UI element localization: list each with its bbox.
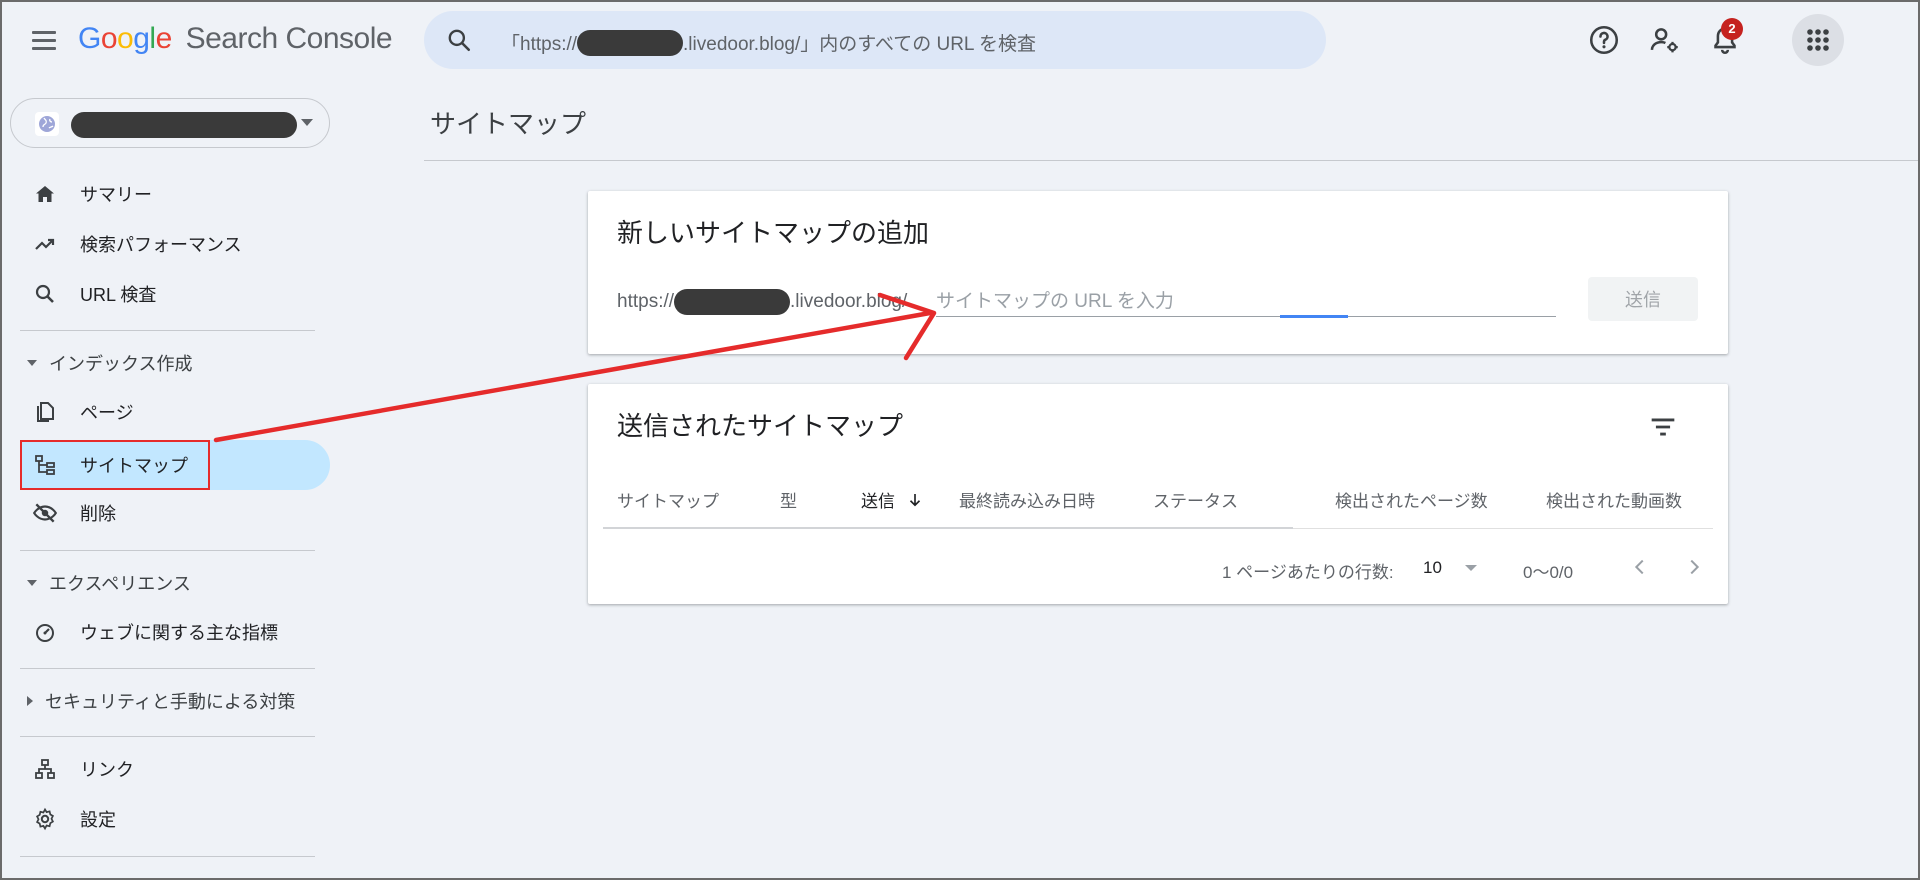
sidebar-divider: [20, 856, 315, 857]
submitted-sitemaps-card: 送信されたサイトマップ サイトマップ 型 送信 最終読み込み日時 ステータス 検…: [588, 384, 1728, 604]
sidebar-divider: [20, 330, 315, 331]
filter-icon[interactable]: [1646, 410, 1680, 444]
sidebar-item-core-web-vitals[interactable]: ウェブに関する主な指標: [20, 607, 330, 657]
submit-button[interactable]: 送信: [1588, 277, 1698, 321]
sitemap-icon: [32, 452, 58, 478]
url-prefix-end: .livedoor.blog/: [790, 291, 908, 312]
section-label: エクスペリエンス: [49, 574, 191, 594]
input-focus-indicator: [1280, 315, 1348, 318]
column-header-discovered-videos[interactable]: 検出された動画数: [1546, 487, 1682, 512]
table-loading-bar: [603, 527, 1293, 529]
section-label: セキュリティと手動による対策: [45, 692, 296, 712]
notification-badge: 2: [1721, 18, 1743, 40]
title-divider: [424, 160, 1920, 161]
redacted-property-name: [71, 112, 297, 138]
column-header-status[interactable]: ステータス: [1153, 487, 1238, 512]
sidebar-divider: [20, 736, 315, 737]
caret-down-icon: [27, 580, 37, 586]
add-sitemap-title: 新しいサイトマップの追加: [617, 218, 930, 248]
sidebar-item-label: 削除: [80, 504, 116, 524]
apps-grid-icon[interactable]: [1792, 14, 1844, 66]
sidebar-item-links[interactable]: リンク: [20, 744, 330, 794]
add-sitemap-card: 新しいサイトマップの追加 https:// .livedoor.blog/ 送信: [588, 191, 1728, 354]
sidebar-item-summary[interactable]: サマリー: [20, 169, 330, 219]
search-placeholder: 「https:// .livedoor.blog/」内のすべての URL を検査: [501, 29, 1036, 56]
sidebar-item-search-performance[interactable]: 検索パフォーマンス: [20, 219, 330, 269]
column-header-submitted[interactable]: 送信: [861, 487, 924, 512]
sidebar-item-label: サマリー: [80, 185, 152, 205]
column-header-discovered-pages[interactable]: 検出されたページ数: [1335, 487, 1488, 512]
sitemap-url-prefix: https:// .livedoor.blog/: [617, 289, 907, 315]
chevron-right-icon: [1690, 559, 1700, 575]
google-wordmark: Google: [78, 22, 172, 55]
visibility-off-icon: [32, 500, 58, 526]
sidebar-item-label: 設定: [80, 810, 116, 830]
sidebar-item-label: サイトマップ: [80, 456, 188, 476]
page-title: サイトマップ: [430, 109, 587, 139]
search-icon: [448, 29, 471, 52]
previous-page-button[interactable]: [1623, 550, 1657, 584]
top-app-bar: Google Search Console 「https:// .livedoor…: [0, 0, 1920, 82]
manage-users-icon[interactable]: [1647, 23, 1681, 57]
chevron-down-icon: [1465, 565, 1477, 571]
redacted-domain: [674, 289, 791, 315]
product-name: Search Console: [185, 22, 393, 55]
section-security[interactable]: セキュリティと手動による対策: [24, 686, 295, 716]
links-icon: [32, 756, 58, 782]
sidebar-item-settings[interactable]: 設定: [20, 794, 330, 844]
sidebar-item-label: ウェブに関する主な指標: [80, 623, 278, 643]
redacted-domain: [577, 29, 684, 56]
section-indexing[interactable]: インデックス作成: [24, 348, 192, 378]
caret-right-icon: [27, 696, 33, 706]
sitemap-url-input[interactable]: [936, 287, 1556, 317]
search-placeholder-suffix: .livedoor.blog/」内のすべての URL を検査: [683, 34, 1037, 55]
search-icon: [32, 281, 58, 307]
home-icon: [32, 181, 58, 207]
submitted-sitemaps-title: 送信されたサイトマップ: [617, 411, 904, 441]
pagination-range: 0〜0/0: [1523, 563, 1574, 582]
globe-icon: [35, 112, 59, 136]
column-header-type[interactable]: 型: [780, 487, 797, 512]
rows-per-page-value: 10: [1423, 558, 1442, 577]
section-label: インデックス作成: [49, 354, 193, 374]
arrow-down-icon: [909, 494, 920, 507]
caret-down-icon: [27, 360, 37, 366]
inspect-url-search-bar[interactable]: 「https:// .livedoor.blog/」内のすべての URL を検査: [424, 11, 1326, 69]
sidebar-item-pages[interactable]: ページ: [20, 387, 330, 437]
sidebar-item-label: リンク: [80, 760, 134, 780]
chevron-down-icon: [301, 119, 313, 126]
speed-icon: [32, 619, 58, 645]
sidebar-item-label: ページ: [80, 403, 134, 423]
next-page-button[interactable]: [1677, 550, 1711, 584]
app-logo[interactable]: Google Search Console: [78, 22, 393, 56]
help-icon[interactable]: [1587, 23, 1621, 57]
search-placeholder-prefix: 「https://: [501, 34, 578, 55]
sidebar-item-removals[interactable]: 削除: [20, 488, 330, 538]
property-selector[interactable]: [10, 98, 330, 148]
sidebar-divider: [20, 668, 315, 669]
section-experience[interactable]: エクスペリエンス: [24, 568, 191, 598]
pages-icon: [32, 399, 58, 425]
hamburger-menu-icon[interactable]: [28, 24, 60, 56]
column-header-label: 送信: [861, 492, 895, 511]
column-header-last-read[interactable]: 最終読み込み日時: [959, 487, 1095, 512]
settings-icon: [32, 806, 58, 832]
column-header-sitemap[interactable]: サイトマップ: [617, 487, 719, 512]
trending-up-icon: [32, 231, 58, 257]
sidebar-divider: [20, 550, 315, 551]
url-prefix-start: https://: [617, 291, 675, 312]
sidebar-item-label: URL 検査: [80, 285, 157, 305]
sidebar-item-sitemaps[interactable]: サイトマップ: [20, 440, 330, 490]
sidebar-item-label: 検索パフォーマンス: [80, 235, 242, 255]
chevron-left-icon: [1634, 559, 1644, 575]
rows-per-page-select[interactable]: 10: [1423, 554, 1483, 582]
rows-per-page-label: 1 ページあたりの行数:: [1222, 563, 1394, 582]
sidebar-item-url-inspection[interactable]: URL 検査: [20, 269, 330, 319]
